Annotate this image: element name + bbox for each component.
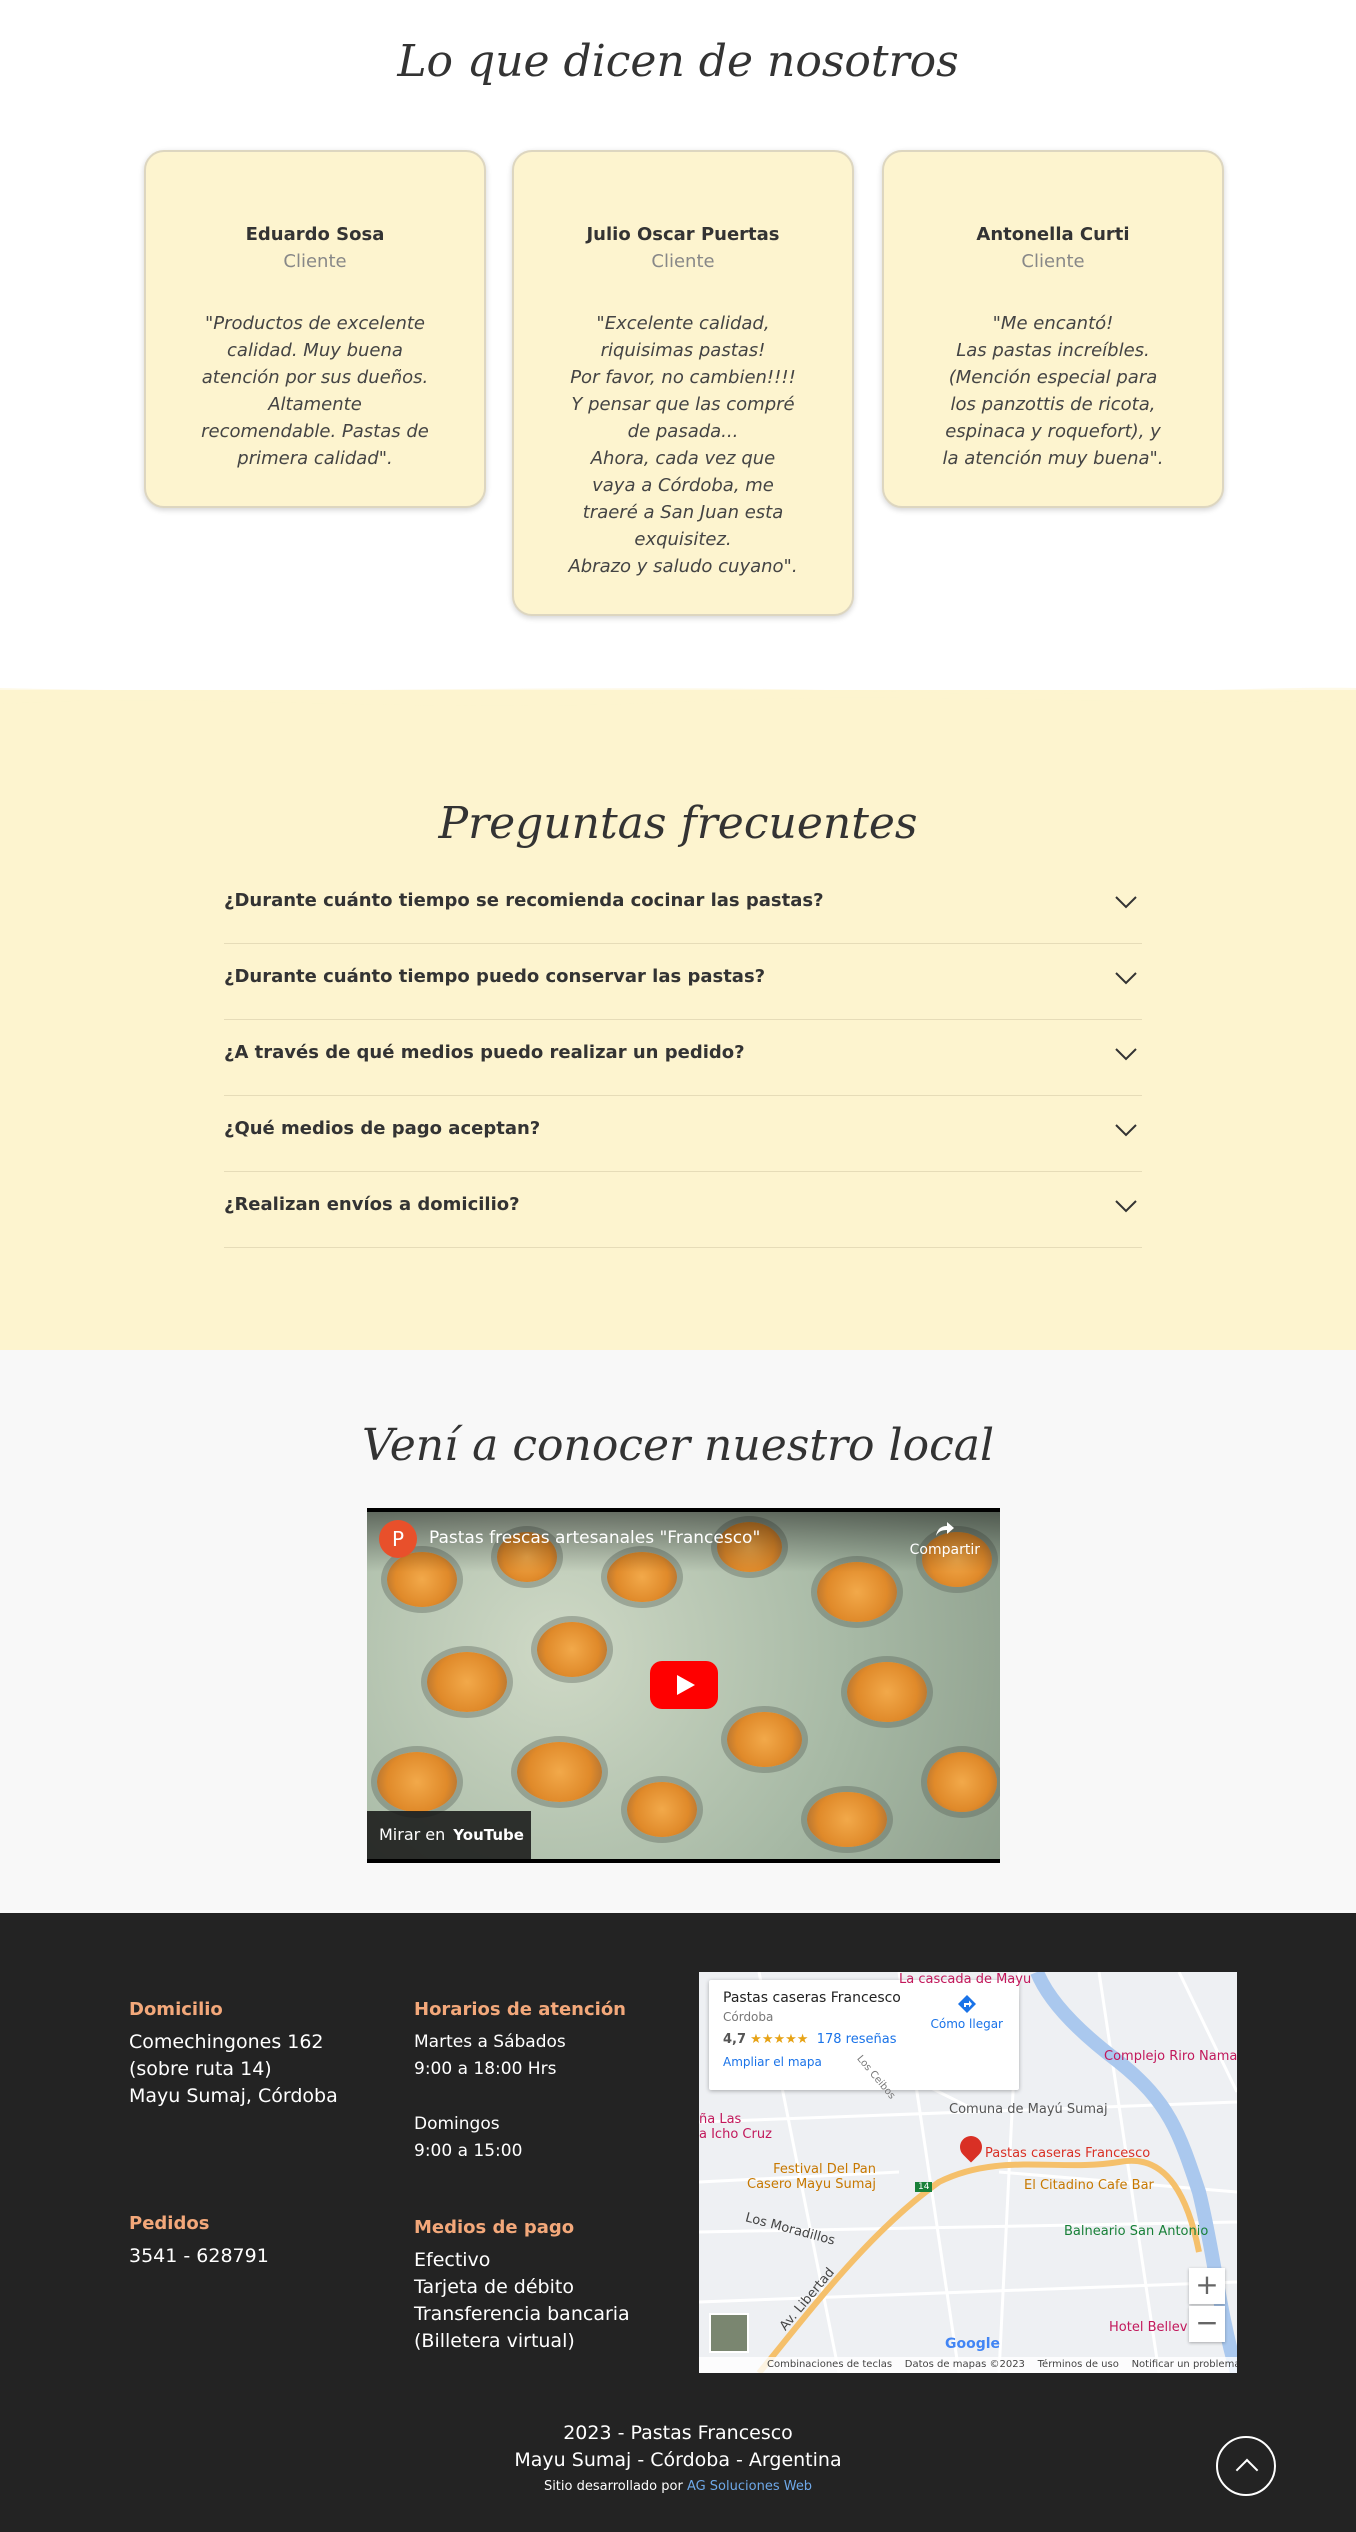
credit-link[interactable]: AG Soluciones Web [687,2479,812,2494]
domicilio-heading: Domicilio [129,1999,223,2020]
map-reviews-link[interactable]: 178 reseñas [817,2032,897,2047]
watch-on-youtube-button[interactable]: Mirar en YouTube [367,1811,531,1859]
testimonial-quote: "Me encantó! Las pastas increíbles. (Men… [942,313,1164,469]
domicilio-text: Comechingones 162 (sobre ruta 14) Mayu S… [129,2031,338,2107]
share-button[interactable]: Compartir [910,1520,980,1558]
map-label: Hotel Bellev [1109,2320,1188,2335]
zoom-in-button[interactable]: + [1189,2268,1225,2304]
footer: Domicilio Comechingones 162 (sobre ruta … [0,1913,1356,2532]
watch-label: Mirar en [379,1825,446,1844]
testimonial-card: Antonella Curti Cliente "Me encantó! Las… [882,150,1224,508]
route-shield: 14 [915,2182,933,2192]
video-title[interactable]: Pastas frescas artesanales "Francesco" [429,1528,760,1548]
faq-question: ¿Qué medios de pago aceptan? [224,1118,541,1139]
map-label: Pastas caseras Francesco [985,2146,1151,2161]
testimonial-name: Eduardo Sosa [245,224,385,245]
faq-question: ¿Realizan envíos a domicilio? [224,1194,520,1215]
map-label: Balneario San Antonio [1064,2224,1209,2239]
testimonial-role: Cliente [1021,251,1085,272]
google-logo: Google [945,2336,1001,2352]
testimonial-quote: "Productos de excelente calidad. Muy bue… [201,313,429,469]
pagos-text: Efectivo Tarjeta de débito Transferencia… [414,2249,630,2352]
chevron-down-icon[interactable] [1114,1194,1138,1218]
testimonial-role: Cliente [283,251,347,272]
play-button[interactable] [650,1661,718,1709]
faq-item[interactable]: ¿Durante cuánto tiempo puedo conservar l… [224,944,1142,1020]
chevron-down-icon[interactable] [1114,966,1138,990]
testimonial-name: Antonella Curti [976,224,1130,245]
wave-divider-top [0,687,1356,738]
faq-item[interactable]: ¿Qué medios de pago aceptan? [224,1096,1142,1172]
faq-question: ¿Durante cuánto tiempo se recomienda coc… [224,890,824,911]
testimonial-card: Eduardo Sosa Cliente "Productos de excel… [144,150,486,508]
pedidos-phone[interactable]: 3541 - 628791 [129,2243,269,2270]
map-label: La cascada de Mayu [899,1972,1032,1987]
rating-stars-icon: ★★★★★ [750,2032,809,2047]
horarios-sundays: Domingos 9:00 a 15:00 [414,2114,523,2161]
satellite-toggle[interactable] [709,2313,749,2353]
credit-line: Sitio desarrollado por AG Soluciones Web [543,2479,813,2494]
faq-item[interactable]: ¿Durante cuánto tiempo se recomienda coc… [224,868,1142,944]
map-footer: Combinaciones de teclas Datos de mapas ©… [699,2357,1237,2373]
directions-icon [957,1995,976,2013]
zoom-out-button[interactable]: − [1189,2306,1225,2342]
local-title: Vení a conocer nuestro local [361,1420,995,1471]
share-label: Compartir [909,1542,980,1558]
youtube-logo-icon: YouTube [453,1826,524,1844]
faq-question: ¿Durante cuánto tiempo puedo conservar l… [224,966,766,987]
faq-item[interactable]: ¿A través de qué medios puedo realizar u… [224,1020,1142,1096]
faq-section: Preguntas frecuentes ¿Durante cuánto tie… [0,687,1356,1350]
map-label: Complejo Riro Namas [1104,2049,1237,2064]
map-label: El Citadino Cafe Bar [1024,2178,1154,2193]
map-label: Comuna de Mayú Sumaj [949,2102,1108,2117]
pedidos-heading: Pedidos [129,2213,210,2234]
map-rating: 4,7 ★★★★★ 178 reseñas [723,2032,897,2047]
footer-location: Mayu Sumaj - Córdoba - Argentina [514,2449,842,2471]
chevron-down-icon[interactable] [1114,1118,1138,1142]
chevron-down-icon[interactable] [1114,890,1138,914]
testimonial-card: Julio Oscar Puertas Cliente "Excelente c… [512,150,854,616]
testimonials-section: Lo que dicen de nosotros Eduardo Sosa Cl… [0,0,1356,690]
testimonial-name: Julio Oscar Puertas [586,224,780,245]
map-place-card: Pastas caseras Francesco Córdoba 4,7 ★★★… [709,1980,1019,2090]
faq-title: Preguntas frecuentes [438,798,918,849]
testimonial-quote: "Excelente calidad, riquisimas pastas! P… [568,313,798,577]
copyright: 2023 - Pastas Francesco [563,2422,793,2444]
horarios-weekdays: Martes a Sábados 9:00 a 18:00 Hrs [414,2032,566,2079]
testimonial-role: Cliente [651,251,715,272]
pagos-heading: Medios de pago [414,2217,575,2238]
directions-button[interactable]: Cómo llegar [930,1994,1003,2031]
map-label: ña Las a Icho Cruz [699,2112,772,2142]
testimonials-title: Lo que dicen de nosotros [397,36,959,87]
horarios-heading: Horarios de atención [414,1999,627,2020]
youtube-video-embed[interactable]: P Pastas frescas artesanales "Francesco"… [367,1508,1000,1863]
back-to-top-button[interactable] [1216,2436,1276,2496]
faq-question: ¿A través de qué medios puedo realizar u… [224,1042,745,1063]
google-map[interactable]: Pastas caseras Francesco Córdoba 4,7 ★★★… [699,1972,1237,2373]
channel-avatar[interactable]: P [379,1520,417,1558]
local-section: Vení a conocer nuestro local P Pastas fr… [0,1350,1356,1913]
faq-item[interactable]: ¿Realizan envíos a domicilio? [224,1172,1142,1248]
chevron-down-icon[interactable] [1114,1042,1138,1066]
share-icon [935,1522,954,1536]
map-label: Festival Del Pan Casero Mayu Sumaj [747,2162,876,2192]
